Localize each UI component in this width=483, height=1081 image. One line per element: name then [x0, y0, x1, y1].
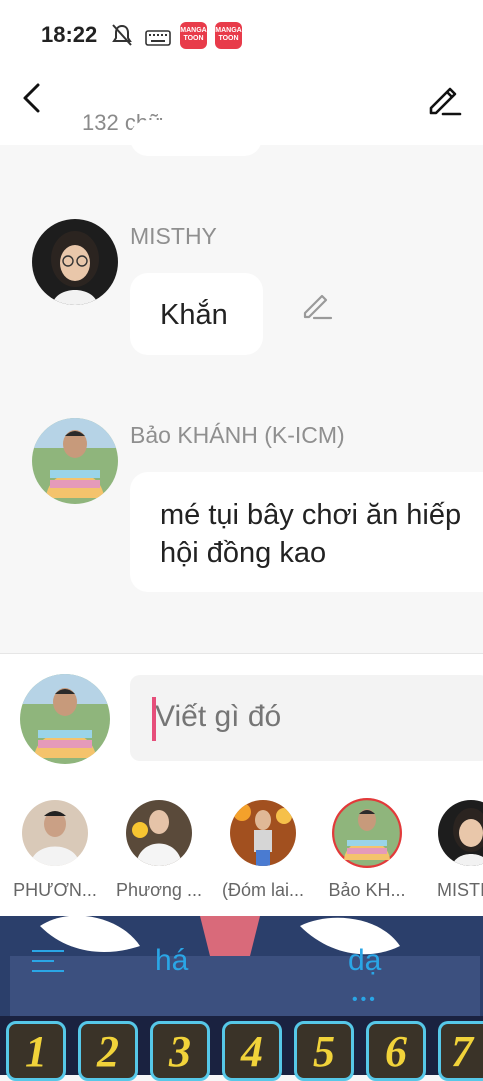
status-time: 18:22 [41, 22, 98, 47]
mention-name: Phương ... [116, 880, 202, 900]
back-arrow-icon[interactable] [18, 82, 48, 114]
edit-pencil-icon[interactable] [425, 80, 463, 118]
mangatoon-app-icon: MANGA TOON [215, 22, 242, 49]
avatar [126, 800, 192, 866]
key-2[interactable]: 2 [78, 1021, 138, 1081]
key-1[interactable]: 1 [6, 1021, 66, 1081]
keyboard-icon [145, 30, 171, 46]
menu-icon[interactable] [32, 950, 64, 972]
bell-muted-icon [112, 24, 132, 46]
message-text: Khắn [160, 299, 228, 331]
text-caret [152, 697, 156, 741]
key-5[interactable]: 5 [294, 1021, 354, 1081]
suggestion-word[interactable]: há [155, 944, 188, 978]
mention-name: MISTI [437, 880, 483, 900]
message-input[interactable] [155, 700, 475, 734]
message-bubble[interactable]: mé tụi bây chơi ăn hiếp hội đồng kao [130, 472, 483, 592]
sender-name: MISTHY [130, 223, 217, 249]
more-suggestions-icon[interactable]: ••• [352, 991, 378, 1009]
current-user-avatar[interactable] [20, 674, 110, 764]
message-bubble[interactable]: Khắn [130, 273, 263, 355]
avatar [22, 800, 88, 866]
key-3[interactable]: 3 [150, 1021, 210, 1081]
mangatoon-app-icon: MANGA TOON [180, 22, 207, 49]
mention-name: Bảo KH... [328, 880, 406, 900]
key-7[interactable]: 7 [438, 1021, 483, 1081]
avatar[interactable] [32, 219, 118, 305]
sender-name: Bảo KHÁNH (K-ICM) [130, 422, 345, 448]
mention-name: PHƯƠN... [13, 880, 97, 900]
mention-name: (Đóm lai... [221, 880, 304, 900]
suggestion-word[interactable]: dạ [348, 944, 381, 978]
avatar [332, 798, 402, 868]
key-6[interactable]: 6 [366, 1021, 426, 1081]
avatar [230, 800, 296, 866]
message-bubble[interactable] [130, 120, 262, 156]
key-4[interactable]: 4 [222, 1021, 282, 1081]
avatar[interactable] [32, 418, 118, 504]
edit-message-icon[interactable] [300, 289, 334, 321]
message-text: mé tụi bây chơi ăn hiếp hội đồng kao [160, 499, 462, 569]
